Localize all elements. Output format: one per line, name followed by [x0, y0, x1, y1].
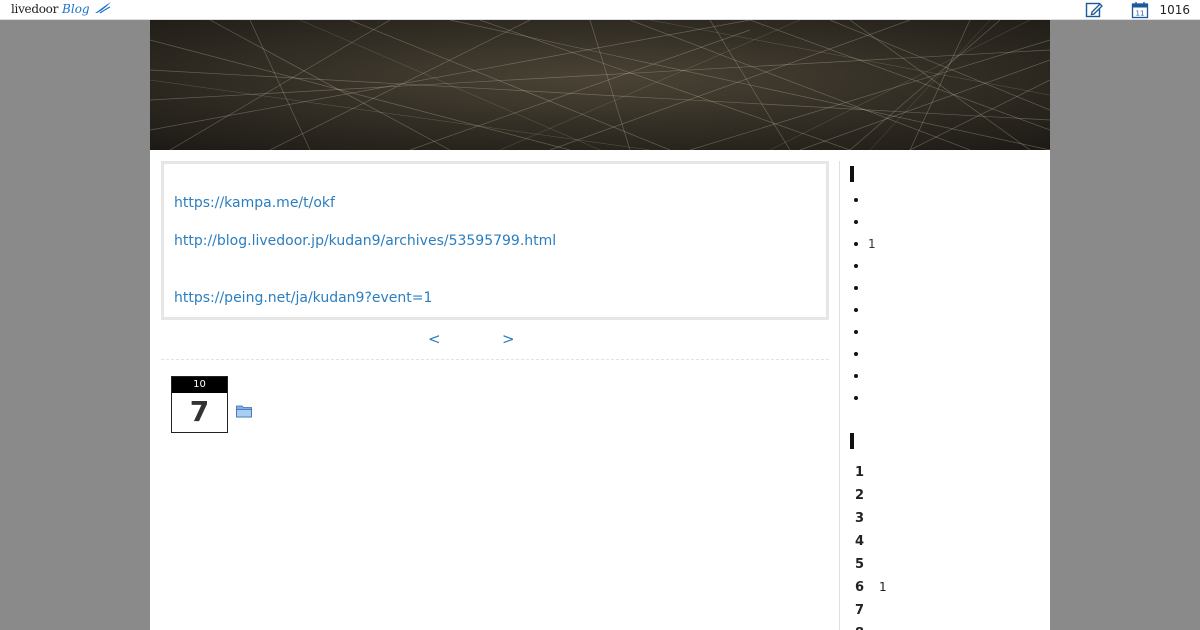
article-body: https://kampa.me/t/okf http://blog.lived… [161, 161, 829, 320]
sidebar-divider [839, 161, 840, 630]
list-item[interactable]: 1 [850, 233, 876, 255]
ranking-item[interactable]: 5 [850, 553, 887, 576]
sidebar-link-list: 1 [850, 189, 876, 409]
sidebar-heading-marker [850, 166, 854, 182]
list-item[interactable] [850, 365, 876, 387]
bullet-icon [854, 198, 858, 202]
ranking-item[interactable]: 7 [850, 599, 887, 622]
bullet-icon [854, 220, 858, 224]
rank-number: 3 [855, 511, 865, 526]
rank-number: 1 [855, 465, 865, 480]
date-badge: 10 7 [171, 376, 228, 433]
rank-number: 5 [855, 557, 865, 572]
logo-blog-text: Blog [62, 2, 90, 16]
rank-number: 2 [855, 488, 865, 503]
ranking-item[interactable]: 3 [850, 507, 887, 530]
ranking-item[interactable]: 1 [850, 461, 887, 484]
ranking-heading-marker [850, 433, 854, 449]
bullet-icon [854, 374, 858, 378]
bullet-icon [854, 330, 858, 334]
bullet-icon [854, 396, 858, 400]
folder-icon[interactable] [236, 404, 252, 418]
calendar-icon-day: 11 [1136, 10, 1145, 18]
list-item[interactable] [850, 211, 876, 233]
date-month: 10 [172, 377, 227, 393]
next-article-link[interactable]: > [502, 330, 515, 348]
peing-link[interactable]: https://peing.net/ja/kudan9?event=1 [174, 290, 432, 306]
date-day: 7 [189, 395, 210, 428]
edit-icon[interactable] [1085, 1, 1104, 19]
top-bar-actions: 11 1016 [1085, 0, 1190, 20]
blog-archive-link[interactable]: http://blog.livedoor.jp/kudan9/archives/… [174, 233, 556, 249]
list-item[interactable] [850, 255, 876, 277]
blog-page: https://kampa.me/t/okf http://blog.lived… [150, 20, 1050, 630]
list-item[interactable] [850, 189, 876, 211]
logo-text: livedoor [11, 2, 59, 16]
bullet-icon [854, 264, 858, 268]
bullet-icon [854, 242, 858, 246]
bird-logo-icon [94, 2, 111, 14]
rank-title: 1 [879, 580, 887, 594]
calendar-icon[interactable]: 11 [1131, 1, 1149, 19]
divider [161, 359, 829, 360]
ranking-item[interactable]: 4 [850, 530, 887, 553]
main-column: https://kampa.me/t/okf http://blog.lived… [161, 161, 829, 433]
header-image[interactable] [150, 20, 1050, 150]
ranking-item[interactable]: 8 [850, 622, 887, 630]
rank-number: 6 [855, 580, 865, 595]
bullet-icon [854, 286, 858, 290]
ranking-item[interactable]: 61 [850, 576, 887, 599]
prev-article-link[interactable]: < [428, 330, 441, 348]
rank-number: 8 [850, 622, 879, 630]
kampa-link[interactable]: https://kampa.me/t/okf [174, 195, 335, 211]
list-item[interactable] [850, 343, 876, 365]
rank-number: 7 [855, 603, 865, 618]
ranking-item[interactable]: 2 [850, 484, 887, 507]
visitor-count: 1016 [1159, 3, 1190, 17]
bullet-icon [854, 308, 858, 312]
list-item[interactable] [850, 321, 876, 343]
top-bar: livedoor Blog 11 1016 [0, 0, 1200, 20]
bullet-icon [854, 352, 858, 356]
rank-number: 4 [855, 534, 865, 549]
ranking-list: 1 2 3 4 5 61 7 8 [850, 461, 887, 630]
livedoor-blog-logo[interactable]: livedoor Blog [11, 1, 112, 19]
list-item[interactable] [850, 387, 876, 409]
scratched-texture-image [150, 20, 1050, 150]
article-pager: < > [161, 330, 829, 352]
list-item[interactable] [850, 299, 876, 321]
list-item[interactable] [850, 277, 876, 299]
